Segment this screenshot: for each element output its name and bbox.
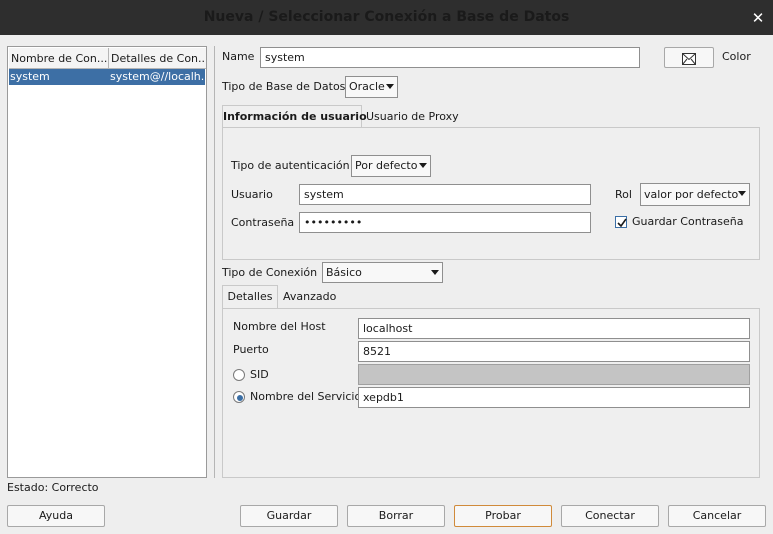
conn-type-select[interactable]: Básico xyxy=(322,262,443,283)
save-password-label: Guardar Contraseña xyxy=(632,215,744,228)
auth-type-select[interactable]: Por defecto xyxy=(351,155,431,177)
password-input[interactable]: ••••••••• xyxy=(299,212,591,233)
column-header-name[interactable]: Nombre de Con... xyxy=(9,48,109,69)
save-button[interactable]: Guardar xyxy=(240,505,338,527)
db-type-label: Tipo de Base de Datos xyxy=(222,80,346,93)
auth-type-label: Tipo de autenticación xyxy=(231,159,350,172)
color-label: Color xyxy=(722,50,751,63)
connection-details-cell: system@//localh... xyxy=(110,70,205,83)
status-text: Estado: Correcto xyxy=(7,481,99,494)
sid-input xyxy=(358,364,750,385)
check-icon xyxy=(617,218,627,228)
help-button[interactable]: Ayuda xyxy=(7,505,105,527)
color-button[interactable] xyxy=(664,47,714,68)
divider xyxy=(214,46,215,478)
port-input[interactable]: 8521 xyxy=(358,341,750,362)
host-input[interactable]: localhost xyxy=(358,318,750,339)
service-label: Nombre del Servicio xyxy=(250,390,362,403)
service-radio[interactable] xyxy=(233,391,245,403)
host-label: Nombre del Host xyxy=(233,320,326,333)
connections-table[interactable]: Nombre de Con... Detalles de Con... syst… xyxy=(7,46,207,478)
db-type-value: Oracle xyxy=(349,80,385,93)
port-label: Puerto xyxy=(233,343,269,356)
sid-label: SID xyxy=(250,368,269,381)
tab-proxy-user[interactable]: Usuario de Proxy xyxy=(366,106,459,127)
name-input[interactable]: system xyxy=(260,47,640,68)
radio-selected-dot xyxy=(237,395,243,401)
delete-button[interactable]: Borrar xyxy=(347,505,445,527)
chevron-down-icon xyxy=(738,191,746,196)
tab-advanced[interactable]: Avanzado xyxy=(283,286,336,307)
conn-type-label: Tipo de Conexión xyxy=(222,266,318,279)
test-button[interactable]: Probar xyxy=(454,505,552,527)
chevron-down-icon xyxy=(386,84,394,89)
auth-type-value: Por defecto xyxy=(355,159,418,172)
user-label: Usuario xyxy=(231,188,273,201)
window-title: Nueva / Seleccionar Conexión a Base de D… xyxy=(203,9,570,25)
role-label: Rol xyxy=(615,188,632,201)
tab-details[interactable]: Detalles xyxy=(222,285,278,309)
save-password-checkbox[interactable] xyxy=(615,216,627,228)
close-icon[interactable]: ✕ xyxy=(748,8,768,28)
chevron-down-icon xyxy=(419,163,427,168)
connection-name-cell: system xyxy=(10,70,50,83)
db-type-select[interactable]: Oracle xyxy=(345,76,398,98)
chevron-down-icon xyxy=(431,270,439,275)
service-input[interactable]: xepdb1 xyxy=(358,387,750,408)
user-input[interactable]: system xyxy=(299,184,591,205)
column-header-details[interactable]: Detalles de Con... xyxy=(109,48,206,69)
role-value: valor por defecto xyxy=(644,188,739,201)
tab-user-info[interactable]: Información de usuario xyxy=(222,105,367,128)
password-label: Contraseña xyxy=(231,216,295,229)
name-label: Name xyxy=(222,50,255,63)
conn-type-value: Básico xyxy=(326,266,362,279)
envelope-icon xyxy=(682,52,696,72)
cancel-button[interactable]: Cancelar xyxy=(668,505,766,527)
table-row[interactable]: system system@//localh... xyxy=(9,69,205,85)
sid-radio[interactable] xyxy=(233,369,245,381)
role-select[interactable]: valor por defecto xyxy=(640,183,750,206)
connect-button[interactable]: Conectar xyxy=(561,505,659,527)
